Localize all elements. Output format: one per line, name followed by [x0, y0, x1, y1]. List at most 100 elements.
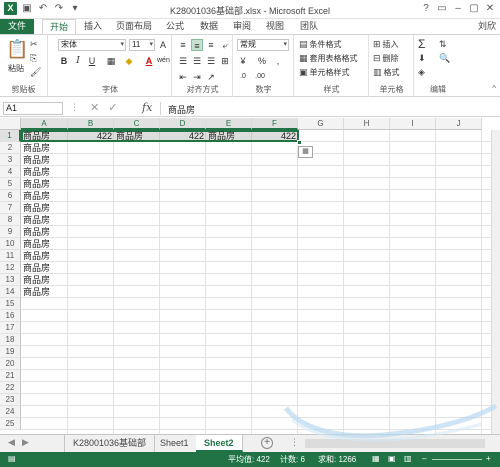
delete-cells-button[interactable]: ⊟ 删除 [373, 53, 399, 64]
ribbon-display-button[interactable]: ▭ [434, 0, 450, 17]
column-header[interactable]: A [21, 118, 68, 130]
column-header[interactable]: C [114, 118, 160, 130]
cell-A3[interactable]: 商品房 [21, 154, 68, 166]
maximize-button[interactable]: ▢ [466, 0, 482, 17]
currency-icon[interactable]: ¥ [237, 55, 249, 67]
cell-E1[interactable]: 商品房 [206, 130, 252, 142]
border-icon[interactable]: ▦ [105, 55, 117, 67]
cell-A7[interactable]: 商品房 [21, 202, 68, 214]
select-all-corner[interactable] [0, 118, 21, 130]
column-header[interactable]: I [390, 118, 436, 130]
find-select-icon[interactable]: 🔍 [439, 53, 450, 64]
tab-home[interactable]: 开始 [42, 19, 76, 35]
row-header[interactable]: 10 [0, 238, 21, 250]
cell-A13[interactable]: 商品房 [21, 274, 68, 286]
clear-icon[interactable]: ◈ [418, 67, 425, 78]
row-header[interactable]: 6 [0, 190, 21, 202]
insert-cells-button[interactable]: ⊞ 插入 [373, 39, 399, 50]
align-middle-icon[interactable]: ≡ [191, 39, 203, 51]
normal-view-icon[interactable]: ▦ [372, 454, 380, 463]
cell-A6[interactable]: 商品房 [21, 190, 68, 202]
zoom-in-icon[interactable]: + [486, 454, 491, 463]
decrease-indent-icon[interactable]: ⇤ [177, 71, 189, 83]
sheet-tab-base[interactable]: K28001036基础部 [64, 435, 156, 452]
fill-handle[interactable] [297, 140, 302, 145]
format-painter-icon[interactable]: 🖌 [30, 67, 41, 78]
tab-review[interactable]: 审阅 [229, 19, 255, 35]
font-color-button[interactable]: A [143, 55, 155, 67]
row-header[interactable]: 22 [0, 382, 21, 394]
row-header[interactable]: 18 [0, 334, 21, 346]
sheet-tab-sheet1[interactable]: Sheet1 [152, 435, 198, 452]
cell-A11[interactable]: 商品房 [21, 250, 68, 262]
align-bottom-icon[interactable]: ≡ [205, 39, 217, 51]
cell-A2[interactable]: 商品房 [21, 142, 68, 154]
grow-font-button[interactable]: A [157, 39, 169, 51]
tab-formulas[interactable]: 公式 [162, 19, 188, 35]
cell-A10[interactable]: 商品房 [21, 238, 68, 250]
column-header[interactable]: B [68, 118, 114, 130]
row-header[interactable]: 19 [0, 346, 21, 358]
tab-page-layout[interactable]: 页面布局 [112, 19, 156, 35]
font-name-select[interactable]: 宋体 [58, 39, 126, 51]
italic-button[interactable]: I [72, 55, 84, 67]
row-header[interactable]: 21 [0, 370, 21, 382]
row-header[interactable]: 15 [0, 298, 21, 310]
page-break-view-icon[interactable]: ▥ [404, 454, 412, 463]
autosum-button[interactable]: Σ [418, 37, 425, 51]
align-left-icon[interactable]: ☰ [177, 55, 189, 67]
format-cells-button[interactable]: ▥ 格式 [373, 67, 400, 78]
cell-B1[interactable]: 422 [68, 130, 114, 142]
horizontal-scrollbar[interactable] [305, 439, 485, 448]
row-header[interactable]: 11 [0, 250, 21, 262]
number-format-select[interactable]: 常规 [237, 39, 289, 51]
wrap-text-icon[interactable]: ⤶ [219, 39, 231, 51]
cell-A5[interactable]: 商品房 [21, 178, 68, 190]
cell-F1[interactable]: 422 [252, 130, 298, 142]
row-header[interactable]: 12 [0, 262, 21, 274]
align-center-icon[interactable]: ☰ [191, 55, 203, 67]
row-header[interactable]: 13 [0, 274, 21, 286]
row-header[interactable]: 25 [0, 418, 21, 430]
decrease-decimal-icon[interactable]: .00 [254, 71, 266, 83]
close-button[interactable]: ✕ [482, 0, 498, 17]
merge-center-icon[interactable]: ⊞ [219, 55, 231, 67]
spreadsheet-grid[interactable]: A B C D E F G H I J 1 2 3 4 5 6 7 8 9 10 11 12 13 14 15 16 17 18 19 2… [0, 118, 500, 434]
add-sheet-button[interactable]: + [261, 437, 273, 449]
align-top-icon[interactable]: ≡ [177, 39, 189, 51]
row-header[interactable]: 16 [0, 310, 21, 322]
name-box[interactable]: A1 [3, 102, 63, 115]
row-header[interactable]: 23 [0, 394, 21, 406]
column-header[interactable]: E [206, 118, 252, 130]
row-header[interactable]: 14 [0, 286, 21, 298]
row-header[interactable]: 3 [0, 154, 21, 166]
tab-view[interactable]: 视图 [262, 19, 288, 35]
row-header[interactable]: 9 [0, 226, 21, 238]
orientation-icon[interactable]: ↗ [205, 71, 217, 83]
row-header[interactable]: 8 [0, 214, 21, 226]
increase-indent-icon[interactable]: ⇥ [191, 71, 203, 83]
percent-button[interactable]: % [256, 55, 268, 67]
minimize-button[interactable]: – [450, 0, 466, 17]
column-header[interactable]: F [252, 118, 298, 130]
formula-input[interactable]: 商品房 [168, 103, 195, 116]
sort-filter-icon[interactable]: ⇅ [439, 39, 447, 50]
page-layout-view-icon[interactable]: ▣ [388, 454, 396, 463]
column-header[interactable]: H [344, 118, 390, 130]
align-right-icon[interactable]: ☰ [205, 55, 217, 67]
zoom-out-icon[interactable]: – [422, 454, 426, 463]
row-header[interactable]: 5 [0, 178, 21, 190]
column-header[interactable]: G [298, 118, 344, 130]
prev-sheet-icon[interactable]: ◀ [8, 437, 15, 448]
cancel-icon[interactable]: ✕ [90, 101, 99, 114]
row-header[interactable]: 2 [0, 142, 21, 154]
cell-D1[interactable]: 422 [160, 130, 206, 142]
enter-icon[interactable]: ✓ [108, 101, 117, 114]
sheet-tab-sheet2[interactable]: Sheet2 [196, 435, 243, 452]
cell-A9[interactable]: 商品房 [21, 226, 68, 238]
row-header[interactable]: 20 [0, 358, 21, 370]
quick-analysis-icon[interactable]: ▦ [298, 146, 313, 158]
tab-data[interactable]: 数据 [196, 19, 222, 35]
increase-decimal-icon[interactable]: .0 [237, 71, 249, 83]
column-header[interactable]: D [160, 118, 206, 130]
